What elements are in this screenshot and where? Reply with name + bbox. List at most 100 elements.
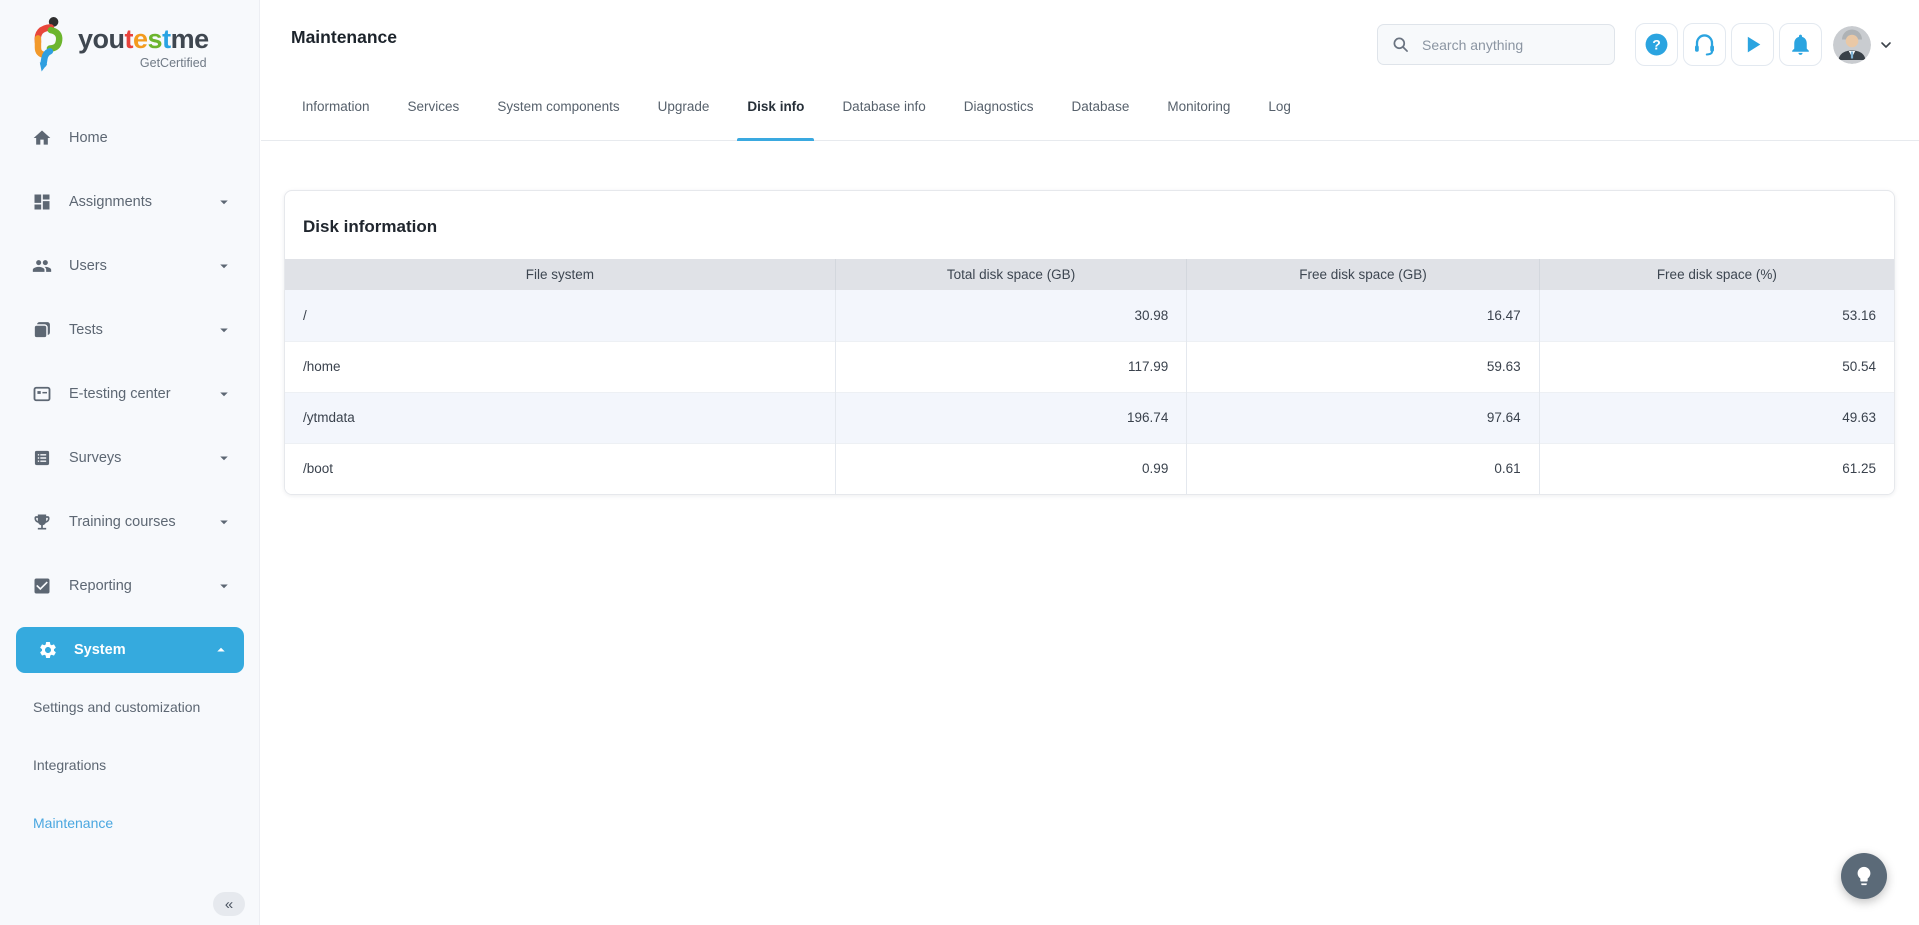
chevron-down-icon	[215, 449, 233, 467]
cell-total-space: 30.98	[835, 290, 1187, 341]
table-row: /home 117.99 59.63 50.54	[285, 341, 1894, 392]
tab-log[interactable]: Log	[1249, 75, 1310, 140]
brand-logo[interactable]: youtestme GetCertified	[0, 0, 259, 74]
collapse-icon: «	[225, 896, 233, 913]
hints-fab-button[interactable]	[1841, 853, 1887, 899]
help-button[interactable]: ?	[1635, 23, 1678, 66]
cell-total-space: 196.74	[835, 392, 1187, 443]
cell-free-space-gb: 16.47	[1187, 290, 1539, 341]
column-header-total-disk-space: Total disk space (GB)	[835, 259, 1187, 290]
cell-free-space-pct: 50.54	[1539, 341, 1894, 392]
profile-menu-caret[interactable]	[1878, 37, 1894, 53]
sidebar-subitem-maintenance[interactable]: Maintenance	[0, 794, 259, 852]
table-row: / 30.98 16.47 53.16	[285, 290, 1894, 341]
tests-icon	[32, 320, 52, 340]
sidebar-item-home[interactable]: Home	[0, 106, 259, 170]
notifications-button[interactable]	[1779, 23, 1822, 66]
chevron-up-icon	[212, 641, 230, 659]
chevron-down-icon	[215, 513, 233, 531]
sidebar: youtestme GetCertified Home Assignments …	[0, 0, 260, 925]
cell-total-space: 0.99	[835, 443, 1187, 494]
play-icon	[1740, 32, 1765, 57]
brand-text: youtestme GetCertified	[78, 26, 209, 70]
sidebar-subitem-label: Maintenance	[33, 815, 113, 831]
top-bar-actions: ?	[1377, 23, 1894, 66]
home-icon	[32, 128, 52, 148]
cell-free-space-gb: 0.61	[1187, 443, 1539, 494]
tab-upgrade[interactable]: Upgrade	[639, 75, 729, 140]
training-courses-icon	[32, 512, 52, 532]
users-icon	[32, 256, 52, 276]
chevron-down-icon	[215, 577, 233, 595]
cell-file-system: /boot	[285, 443, 835, 494]
tab-information[interactable]: Information	[283, 75, 389, 140]
chevron-down-icon	[1878, 37, 1894, 53]
search-box[interactable]	[1377, 24, 1615, 65]
sidebar-item-label: Training courses	[69, 514, 176, 530]
sidebar-item-reporting[interactable]: Reporting	[0, 554, 259, 618]
sidebar-item-assignments[interactable]: Assignments	[0, 170, 259, 234]
cell-free-space-pct: 61.25	[1539, 443, 1894, 494]
sidebar-item-label: Users	[69, 258, 107, 274]
sidebar-item-e-testing-center[interactable]: E-testing center	[0, 362, 259, 426]
sidebar-item-training-courses[interactable]: Training courses	[0, 490, 259, 554]
cell-free-space-gb: 59.63	[1187, 341, 1539, 392]
card-title: Disk information	[285, 191, 1894, 259]
sidebar-subitem-integrations[interactable]: Integrations	[0, 736, 259, 794]
brand-name: youtestme	[78, 26, 209, 53]
search-icon	[1391, 35, 1410, 54]
sidebar-item-label: Assignments	[69, 194, 152, 210]
tab-database[interactable]: Database	[1053, 75, 1149, 140]
tab-system-components[interactable]: System components	[478, 75, 638, 140]
cell-file-system: /ytmdata	[285, 392, 835, 443]
top-bar: Maintenance ?	[261, 0, 1919, 75]
disk-table-header-row: File system Total disk space (GB) Free d…	[285, 259, 1894, 290]
sidebar-item-surveys[interactable]: Surveys	[0, 426, 259, 490]
gear-icon	[38, 640, 58, 660]
reporting-icon	[32, 576, 52, 596]
sidebar-item-label: System	[74, 642, 126, 658]
cell-free-space-pct: 49.63	[1539, 392, 1894, 443]
e-testing-center-icon	[32, 384, 52, 404]
cell-free-space-gb: 97.64	[1187, 392, 1539, 443]
brand-logo-icon	[26, 12, 72, 74]
sidebar-subitem-settings-and-customization[interactable]: Settings and customization	[0, 678, 259, 736]
avatar-image	[1833, 26, 1871, 64]
cell-free-space-pct: 53.16	[1539, 290, 1894, 341]
disk-information-card: Disk information File system Total disk …	[284, 190, 1895, 495]
search-input[interactable]	[1420, 36, 1600, 54]
sidebar-collapse-button[interactable]: «	[213, 892, 245, 916]
sidebar-item-label: Tests	[69, 322, 103, 338]
column-header-free-disk-space-pct: Free disk space (%)	[1539, 259, 1894, 290]
headset-icon	[1692, 32, 1717, 57]
surveys-icon	[32, 448, 52, 468]
sidebar-nav: Home Assignments Users Tests	[0, 106, 259, 618]
page-title: Maintenance	[291, 27, 397, 48]
svg-text:?: ?	[1652, 36, 1661, 52]
help-icon: ?	[1644, 32, 1669, 57]
tab-diagnostics[interactable]: Diagnostics	[945, 75, 1053, 140]
sidebar-item-users[interactable]: Users	[0, 234, 259, 298]
tab-disk-info[interactable]: Disk info	[728, 75, 823, 140]
sidebar-item-label: Home	[69, 130, 108, 146]
sidebar-item-label: Reporting	[69, 578, 132, 594]
table-row: /ytmdata 196.74 97.64 49.63	[285, 392, 1894, 443]
brand-subtitle: GetCertified	[78, 56, 209, 70]
column-header-free-disk-space-gb: Free disk space (GB)	[1187, 259, 1539, 290]
support-button[interactable]	[1683, 23, 1726, 66]
bell-icon	[1788, 32, 1813, 57]
cell-file-system: /home	[285, 341, 835, 392]
sidebar-item-label: Surveys	[69, 450, 121, 466]
tab-services[interactable]: Services	[389, 75, 479, 140]
chevron-down-icon	[215, 385, 233, 403]
tab-monitoring[interactable]: Monitoring	[1148, 75, 1249, 140]
tour-button[interactable]	[1731, 23, 1774, 66]
assignments-icon	[32, 192, 52, 212]
sidebar-item-system[interactable]: System	[16, 627, 244, 673]
sidebar-item-tests[interactable]: Tests	[0, 298, 259, 362]
tab-database-info[interactable]: Database info	[823, 75, 944, 140]
main-area: Maintenance ?	[261, 0, 1919, 925]
sidebar-item-label: E-testing center	[69, 386, 171, 402]
sidebar-subitem-label: Settings and customization	[33, 699, 200, 715]
avatar[interactable]	[1833, 26, 1871, 64]
